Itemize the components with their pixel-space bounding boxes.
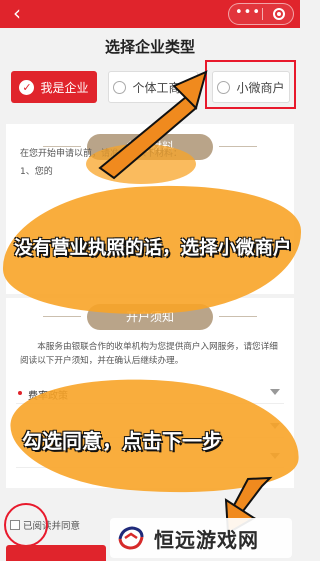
mini-program-capsule: ••• <box>228 3 294 25</box>
site-watermark: 恒远游戏网 <box>110 518 292 558</box>
back-button[interactable]: ‹ <box>6 2 28 24</box>
annotation-splash <box>86 144 196 184</box>
top-bar: ‹ ••• <box>0 0 300 28</box>
capsule-divider <box>262 8 263 20</box>
tutorial-tip-micro: 没有营业执照的话，选择小微商户 <box>14 238 292 259</box>
watermark-text: 恒远游戏网 <box>154 527 259 552</box>
materials-item: 1、您的 <box>20 167 53 177</box>
page-title: 选择企业类型 <box>104 38 195 56</box>
more-dots-icon[interactable]: ••• <box>235 4 261 24</box>
type-individual-button[interactable]: 个体工商户 <box>108 71 198 103</box>
tutorial-tip-agree: 勾选同意，点击下一步 <box>22 429 222 453</box>
type-enterprise-button[interactable]: ✓ 我是企业 <box>11 71 97 103</box>
next-step-button[interactable] <box>6 545 106 561</box>
type-individual-label: 个体工商户 <box>132 80 193 95</box>
chevron-left-icon: ‹ <box>13 1 21 25</box>
annotation-highlight-circle <box>4 503 48 547</box>
radio-circle-icon <box>113 80 127 94</box>
notice-text: 本服务由银联合作的收单机构为您提供商户入网服务，请您详细阅读以下开户须知，并在确… <box>20 342 278 366</box>
target-close-icon[interactable] <box>273 8 285 20</box>
watermark-logo-icon <box>118 526 144 550</box>
bullet-dot-icon <box>18 391 22 395</box>
annotation-highlight-box <box>205 60 296 109</box>
type-enterprise-label: 我是企业 <box>40 80 89 95</box>
check-circle-icon: ✓ <box>19 79 35 95</box>
chevron-down-icon <box>270 389 280 395</box>
